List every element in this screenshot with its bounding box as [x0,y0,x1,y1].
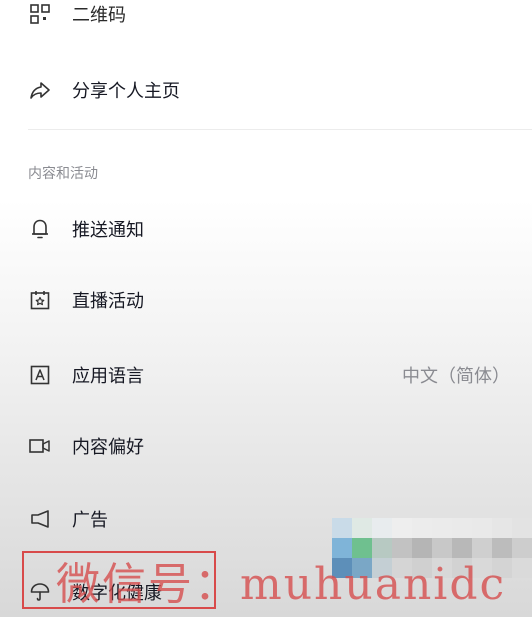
bell-icon [26,215,54,243]
video-camera-icon [26,432,54,460]
ads-label: 广告 [72,510,108,531]
language-a-icon [26,361,54,389]
megaphone-icon [26,505,54,533]
section-title: 内容和活动 [28,166,98,182]
section-divider [28,129,532,130]
share-profile-row[interactable]: 分享个人主页 [0,66,532,114]
content-preferences-label: 内容偏好 [72,437,144,458]
share-profile-label: 分享个人主页 [72,81,180,102]
live-events-label: 直播活动 [72,291,144,312]
qr-code-icon [26,0,54,28]
content-preferences-row[interactable]: 内容偏好 [0,422,532,470]
live-calendar-icon [26,286,54,314]
live-events-row[interactable]: 直播活动 [0,276,532,324]
app-language-label: 应用语言 [72,366,144,387]
qr-code-label: 二维码 [72,5,126,26]
app-language-row[interactable]: 应用语言 中文（简体） [0,351,532,399]
push-notifications-label: 推送通知 [72,220,144,241]
share-icon [26,76,54,104]
push-notifications-row[interactable]: 推送通知 [0,205,532,253]
qr-code-row[interactable]: 二维码 [0,0,532,38]
app-language-value: 中文（简体） [402,366,510,387]
watermark-box [22,551,216,609]
